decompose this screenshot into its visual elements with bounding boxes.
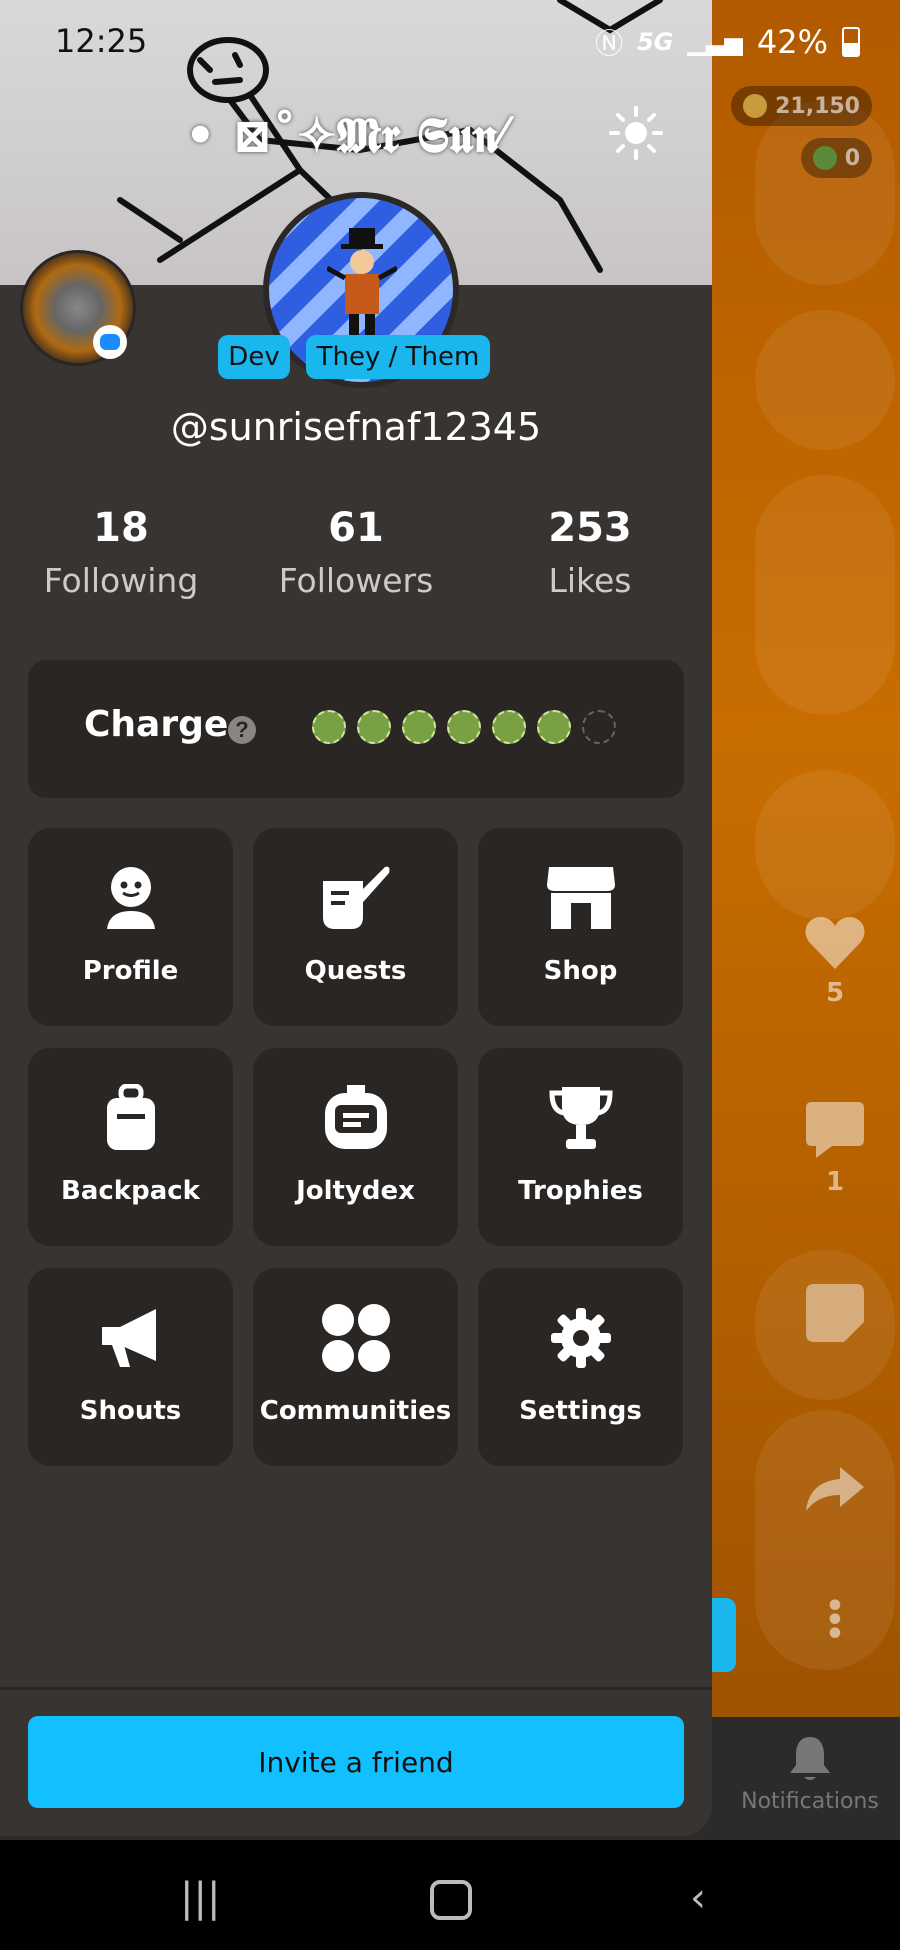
bell-icon bbox=[790, 1737, 830, 1780]
background-card bbox=[755, 310, 895, 450]
menu-quests[interactable]: Quests bbox=[253, 828, 458, 1026]
avatar-character bbox=[327, 228, 397, 336]
charge-label: Charge bbox=[84, 704, 229, 745]
stat-likes[interactable]: 253 Likes bbox=[490, 505, 690, 600]
invite-friend-button[interactable]: Invite a friend bbox=[28, 1716, 684, 1808]
share-icon bbox=[806, 1467, 864, 1511]
menu-label: Shop bbox=[543, 956, 618, 986]
username: @sunrisefnaf12345 bbox=[170, 405, 542, 449]
home-icon[interactable] bbox=[430, 1880, 472, 1920]
charge-pip-empty bbox=[582, 710, 616, 744]
theme-toggle[interactable] bbox=[608, 105, 664, 166]
charge-meter bbox=[312, 710, 616, 744]
coin-count: 21,150 bbox=[775, 93, 860, 119]
backpack-icon bbox=[106, 1084, 155, 1150]
back-icon[interactable]: ‹ bbox=[690, 1875, 706, 1921]
likes-count: 5 bbox=[825, 978, 845, 1008]
menu-label: Profile bbox=[82, 956, 179, 986]
followers-label: Followers bbox=[278, 561, 434, 600]
background-card bbox=[755, 100, 895, 285]
menu-joltydex[interactable]: Joltydex bbox=[253, 1048, 458, 1246]
like-action[interactable]: 5 bbox=[790, 915, 880, 1008]
menu-label: Shouts bbox=[79, 1396, 182, 1426]
megaphone-icon bbox=[101, 1309, 156, 1367]
coin-balance[interactable]: 21,150 bbox=[731, 86, 872, 126]
battery-level: 42% bbox=[756, 23, 828, 61]
menu-label: Trophies bbox=[518, 1176, 643, 1206]
menu-label: Backpack bbox=[61, 1176, 200, 1206]
joltydex-icon bbox=[324, 1085, 387, 1149]
menu-trophies[interactable]: Trophies bbox=[478, 1048, 683, 1246]
profile-icon bbox=[106, 867, 155, 929]
following-count: 18 bbox=[93, 505, 149, 551]
sticker-icon bbox=[806, 1284, 864, 1342]
charge-pip bbox=[447, 710, 481, 744]
likes-total: 253 bbox=[548, 505, 632, 551]
share-action[interactable] bbox=[790, 1465, 880, 1520]
sun-icon bbox=[609, 106, 663, 160]
menu-shouts[interactable]: Shouts bbox=[28, 1268, 233, 1466]
recent-apps-icon[interactable]: ||| bbox=[180, 1875, 220, 1921]
heart-icon bbox=[805, 917, 865, 969]
status-bar: 12:25 Ⓝ 5G ▁▃▅ 42% bbox=[0, 0, 900, 86]
signal-icon: ▁▃▅ bbox=[687, 28, 743, 56]
menu-label: Joltydex bbox=[296, 1176, 415, 1206]
charge-panel: Charge ? bbox=[28, 660, 684, 798]
menu-shop[interactable]: Shop bbox=[478, 828, 683, 1026]
system-navigation-bar: ||| ‹ bbox=[0, 1840, 900, 1950]
menu-backpack[interactable]: Backpack bbox=[28, 1048, 233, 1246]
menu-communities[interactable]: Communities bbox=[253, 1268, 458, 1466]
chat-badge-icon bbox=[93, 325, 127, 359]
trophy-icon bbox=[548, 1087, 613, 1149]
stat-following[interactable]: 18 Following bbox=[21, 505, 221, 600]
followers-count: 61 bbox=[328, 505, 384, 551]
badge-pronouns: They / Them bbox=[306, 335, 490, 379]
gem-count: 0 bbox=[844, 145, 860, 171]
charge-pip bbox=[357, 710, 391, 744]
menu-label: Quests bbox=[304, 956, 407, 986]
likes-label: Likes bbox=[548, 561, 632, 600]
coin-icon bbox=[743, 94, 768, 118]
notifications-tab[interactable]: Notifications bbox=[730, 1735, 890, 1814]
comments-count: 1 bbox=[825, 1167, 845, 1197]
status-time: 12:25 bbox=[55, 22, 148, 60]
sticker-action[interactable] bbox=[790, 1282, 880, 1351]
menu-label: Settings bbox=[519, 1396, 642, 1426]
gem-balance[interactable]: 0 bbox=[800, 138, 872, 178]
more-options-icon[interactable]: • • • bbox=[790, 1592, 880, 1650]
background-card bbox=[755, 770, 895, 920]
battery-icon bbox=[842, 27, 860, 57]
charge-pip bbox=[492, 710, 526, 744]
badge-dev: Dev bbox=[218, 335, 290, 379]
shop-icon bbox=[546, 867, 615, 929]
nfc-icon: Ⓝ bbox=[595, 27, 624, 60]
charge-pip bbox=[537, 710, 571, 744]
notifications-label: Notifications bbox=[741, 1789, 879, 1814]
gear-icon bbox=[550, 1308, 611, 1368]
banner-title: • ⊠˚✧𝕸𝖗 𝕾𝖚𝖓⁄ bbox=[185, 108, 506, 164]
background-card bbox=[755, 475, 895, 715]
stat-followers[interactable]: 61 Followers bbox=[256, 505, 456, 600]
profile-drawer: • ⊠˚✧𝕸𝖗 𝕾𝖚𝖓⁄ Dev They / Them @sunrisefna… bbox=[0, 0, 712, 1836]
comment-action[interactable]: 1 bbox=[790, 1100, 880, 1197]
help-icon[interactable]: ? bbox=[228, 716, 256, 744]
charge-pip bbox=[312, 710, 346, 744]
menu-label: Communities bbox=[259, 1396, 452, 1426]
menu-settings[interactable]: Settings bbox=[478, 1268, 683, 1466]
quests-icon bbox=[322, 866, 389, 929]
menu-profile[interactable]: Profile bbox=[28, 828, 233, 1026]
network-type: 5G bbox=[637, 28, 674, 56]
comment-icon bbox=[806, 1102, 864, 1158]
charge-pip bbox=[402, 710, 436, 744]
communities-icon bbox=[321, 1304, 390, 1372]
gem-icon bbox=[812, 146, 837, 170]
following-label: Following bbox=[43, 561, 199, 600]
divider bbox=[0, 1687, 712, 1690]
